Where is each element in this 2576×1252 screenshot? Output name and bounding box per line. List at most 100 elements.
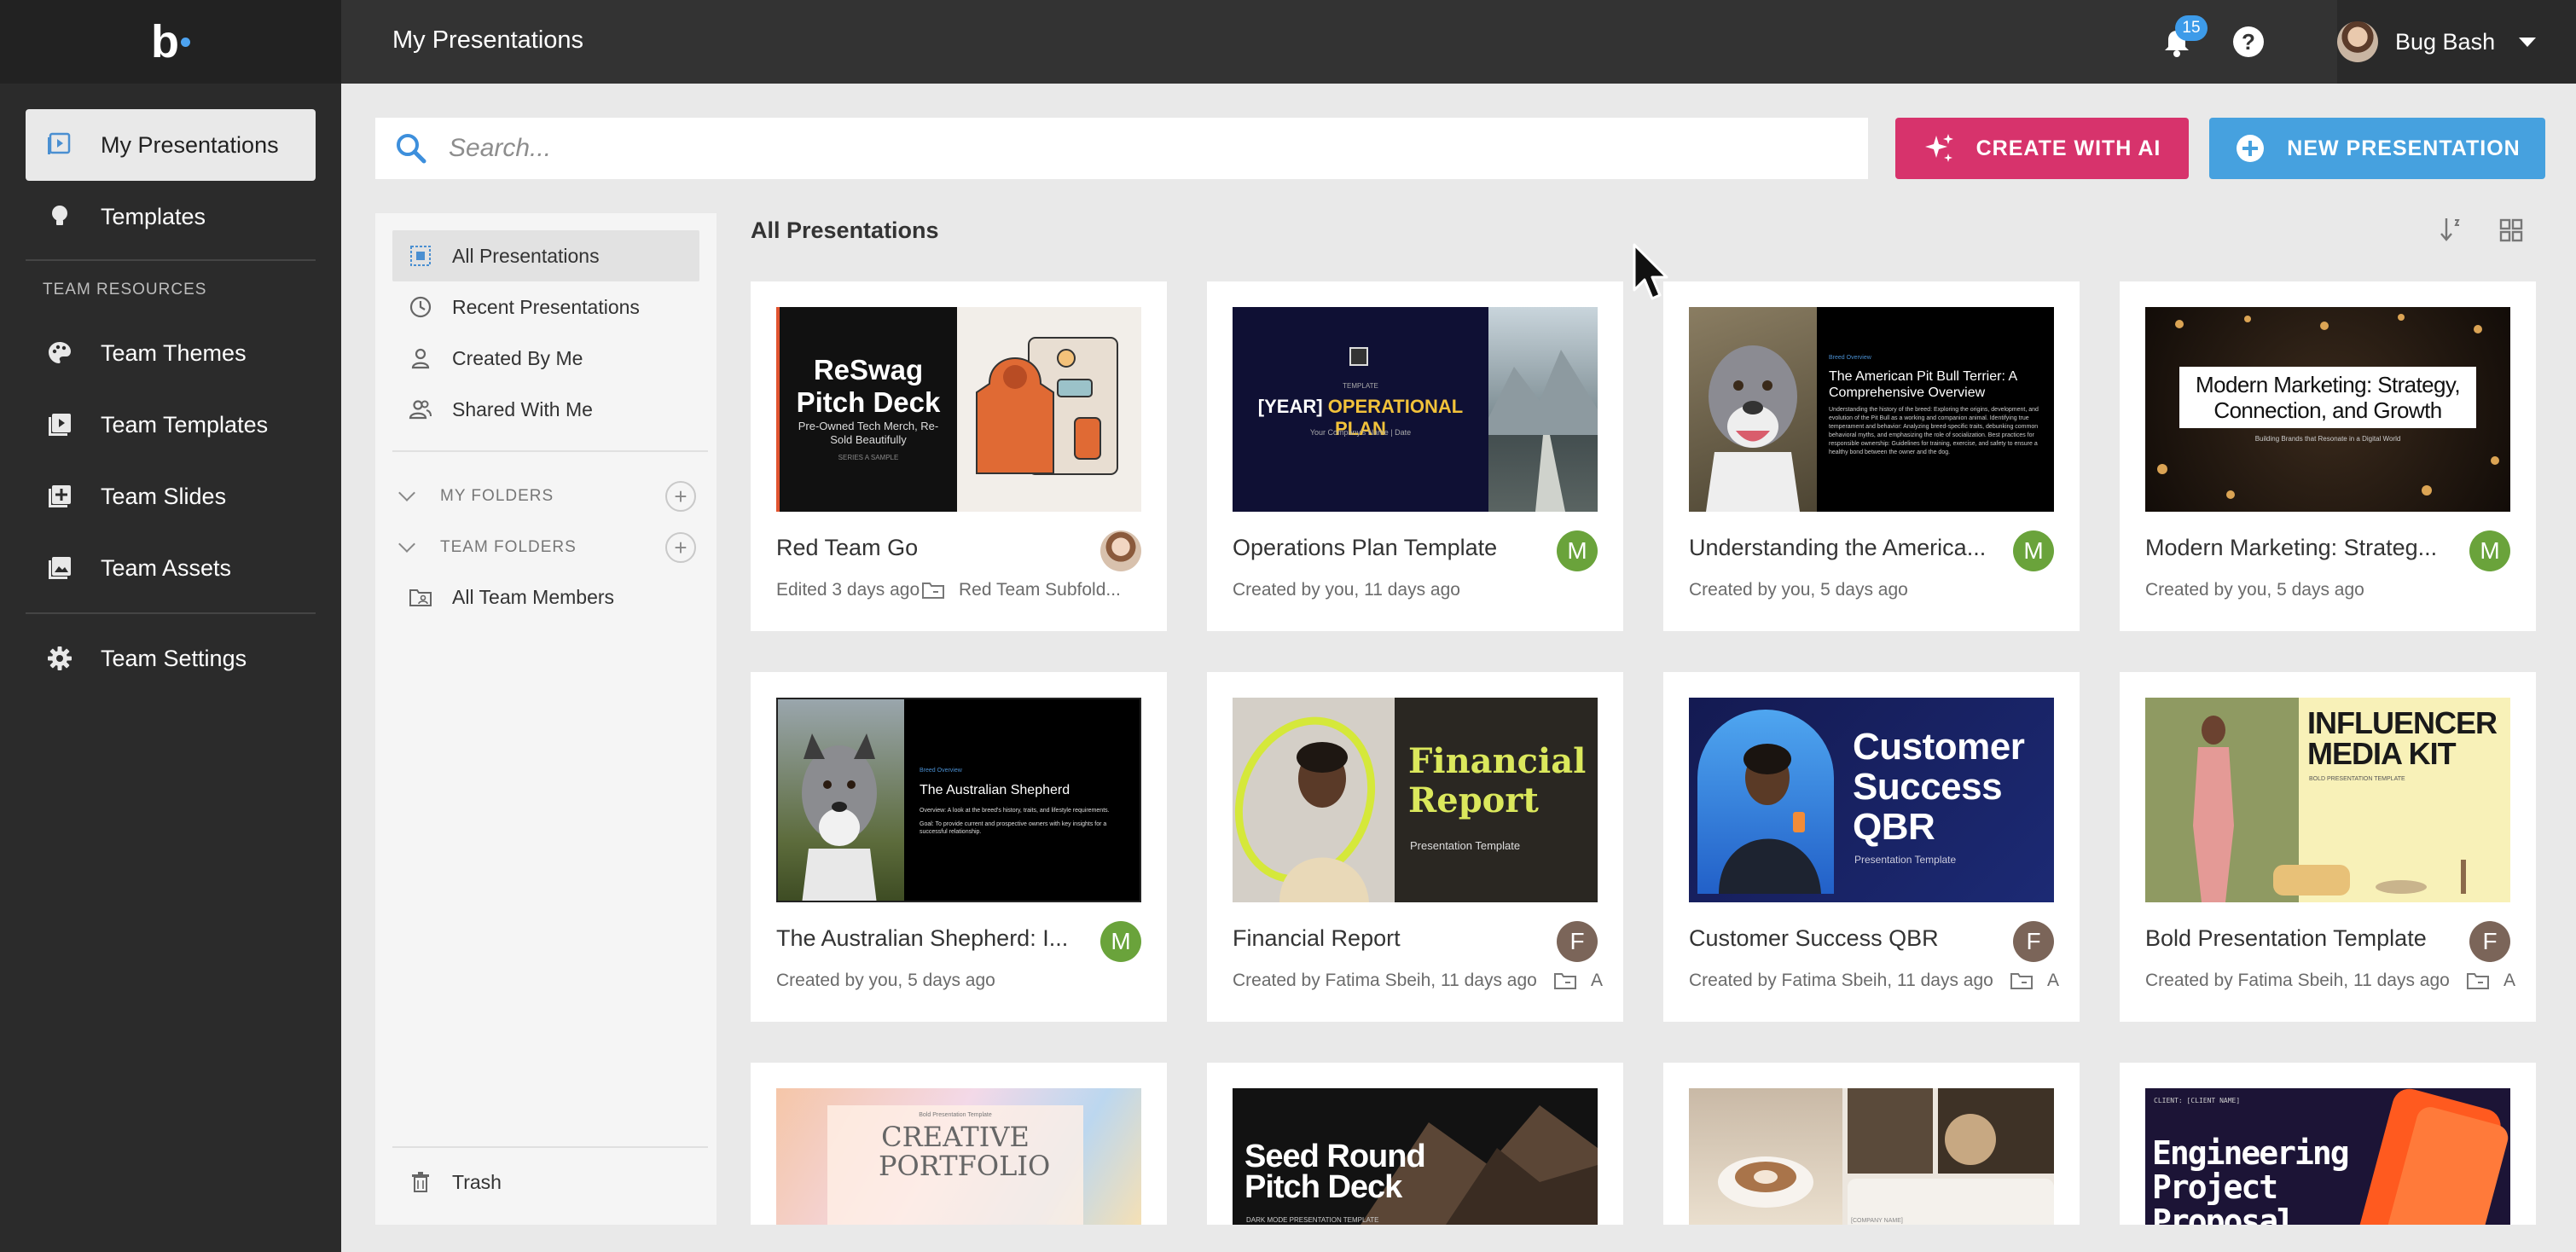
image-icon: [44, 553, 75, 583]
presentation-card[interactable]: Bold Presentation Template CREATIVE PORT…: [751, 1063, 1167, 1225]
bottom-edge: [341, 1225, 2576, 1252]
filter-created-by-me[interactable]: Created By Me: [392, 333, 699, 384]
card-meta: Edited 3 days ago: [776, 580, 920, 600]
portrait-photo: [1234, 716, 1376, 902]
plus-circle-icon: [2237, 135, 2265, 162]
presentation-card[interactable]: TEMPLATE [YEAR] OPERATIONAL PLAN Your Co…: [1207, 281, 1623, 631]
presentation-card[interactable]: Breed Overview The American Pit Bull Ter…: [1663, 281, 2080, 631]
presentation-thumbnail: Breed Overview The Australian Shepherd O…: [776, 698, 1141, 902]
sort-icon[interactable]: [2438, 215, 2463, 244]
presentation-thumbnail: Customer Success QBR Presentation Templa…: [1689, 698, 2054, 902]
presentation-card[interactable]: Modern Marketing: Strategy, Connection, …: [2120, 281, 2536, 631]
presentation-thumbnail: Modern Marketing: Strategy, Connection, …: [2145, 307, 2510, 512]
presentation-thumbnail: ReSwag Pitch Deck Pre-Owned Tech Merch, …: [776, 307, 1141, 512]
card-title: Operations Plan Template: [1233, 535, 1498, 560]
thumb-title: Modern Marketing: Strategy, Connection, …: [2196, 372, 2461, 423]
chevron-down-icon: [2519, 37, 2537, 47]
presentation-card[interactable]: CLIENT: [CLIENT NAME] Engineering Projec…: [2120, 1063, 2536, 1225]
thumb-bullet: Overview: A look at the breed's history,…: [920, 808, 1110, 814]
filter-all-presentations[interactable]: All Presentations: [392, 230, 699, 281]
panel-divider: [392, 450, 708, 452]
panel-divider: [392, 1146, 708, 1148]
my-folders-heading: MY FOLDERS: [440, 487, 554, 505]
logo-text: b: [151, 16, 179, 67]
user-menu[interactable]: Bug Bash: [2337, 0, 2576, 84]
my-folders-toggle[interactable]: MY FOLDERS: [398, 479, 554, 513]
card-folder-label: Red Team Subfold...: [959, 580, 1121, 600]
card-folder: A: [2010, 971, 2059, 991]
create-with-ai-button[interactable]: CREATE WITH AI: [1895, 118, 2189, 179]
add-team-folder-button[interactable]: +: [665, 532, 696, 563]
sidebar-item-team-themes[interactable]: Team Themes: [26, 317, 316, 389]
card-meta: Created by Fatima Sbeih, 11 days ago: [2145, 971, 2450, 990]
presentation-card[interactable]: Breed Overview The Australian Shepherd O…: [751, 672, 1167, 1022]
avatar: M: [2469, 530, 2510, 571]
card-folder-label: A: [2503, 971, 2516, 990]
shared-folder-icon: [408, 584, 433, 610]
thumb-subtitle: Presentation Template: [1854, 854, 1957, 866]
folder-all-team-members[interactable]: All Team Members: [392, 571, 699, 623]
sidebar-item-templates[interactable]: Templates: [26, 181, 316, 252]
folder-icon: [2467, 973, 2489, 989]
team-resources-heading: TEAM RESOURCES: [43, 281, 207, 299]
sidebar-item-my-presentations[interactable]: My Presentations: [26, 109, 316, 181]
search-bar[interactable]: [375, 118, 1868, 179]
card-title: Red Team Go: [776, 535, 919, 560]
presentation-thumbnail: [COMPANY NAME]: [1689, 1088, 2054, 1225]
sidebar-item-label: Team Templates: [101, 411, 269, 438]
app-logo[interactable]: b: [0, 0, 341, 84]
top-bar: My Presentations 15 ? Bug Bash: [341, 0, 2576, 84]
card-folder-label: A: [2047, 971, 2060, 990]
sidebar-divider: [26, 259, 316, 261]
card-meta: Created by you, 11 days ago: [1233, 580, 1460, 600]
presentation-icon: [44, 130, 75, 160]
filter-recent-presentations[interactable]: Recent Presentations: [392, 281, 699, 333]
sidebar-item-team-slides[interactable]: Team Slides: [26, 461, 316, 532]
thumb-title: CREATIVE PORTFOLIO: [879, 1121, 1051, 1182]
card-folder: A: [1553, 971, 1603, 991]
user-name: Bug Bash: [2395, 28, 2496, 55]
thumb-title: Seed Round Pitch Deck: [1244, 1139, 1426, 1205]
presentation-card[interactable]: [COMPANY NAME]: [1663, 1063, 2080, 1225]
filter-label: Created By Me: [452, 346, 583, 369]
thumb-subtitle: BOLD PRESENTATION TEMPLATE: [2309, 776, 2405, 782]
new-presentation-button[interactable]: NEW PRESENTATION: [2209, 118, 2545, 179]
thumb-caption: [COMPANY NAME]: [1851, 1218, 1903, 1224]
presentation-card[interactable]: ReSwag Pitch Deck Pre-Owned Tech Merch, …: [751, 281, 1167, 631]
presentation-card[interactable]: Seed Round Pitch Deck DARK MODE PRESENTA…: [1207, 1063, 1623, 1225]
card-title: The Australian Shepherd: I...: [776, 925, 1069, 951]
mouse-cursor-icon: [1633, 243, 1668, 300]
thumb-kicker: Breed Overview: [920, 768, 962, 774]
thumb-subtitle: DARK MODE PRESENTATION TEMPLATE: [1246, 1216, 1379, 1224]
thumb-subtitle: Presentation Template: [1410, 839, 1521, 852]
presentation-card[interactable]: Financial Report Presentation Template F…: [1207, 672, 1623, 1022]
sidebar-item-label: Templates: [101, 203, 206, 229]
grid-view-icon[interactable]: [2498, 217, 2525, 244]
select-all-icon: [408, 243, 433, 269]
thumb-title: Financial Report: [1408, 741, 1587, 820]
thumb-tag: TEMPLATE: [1343, 382, 1378, 390]
help-icon[interactable]: ?: [2233, 26, 2264, 57]
people-icon: [408, 397, 433, 422]
chevron-down-icon: [398, 536, 415, 553]
woman-with-phone-photo: [1719, 744, 1821, 894]
filter-shared-with-me[interactable]: Shared With Me: [392, 384, 699, 435]
presentation-card[interactable]: Customer Success QBR Presentation Templa…: [1663, 672, 2080, 1022]
trash-icon: [408, 1169, 433, 1195]
sidebar-item-team-assets[interactable]: Team Assets: [26, 532, 316, 604]
sidebar-item-team-templates[interactable]: Team Templates: [26, 389, 316, 461]
search-input[interactable]: [449, 134, 1728, 163]
grid-title: All Presentations: [751, 217, 939, 243]
team-folders-toggle[interactable]: TEAM FOLDERS: [398, 530, 577, 565]
sidebar-item-label: Team Themes: [101, 339, 247, 366]
sidebar-item-team-settings[interactable]: Team Settings: [26, 623, 316, 694]
card-meta: Created by Fatima Sbeih, 11 days ago: [1233, 971, 1537, 990]
presentation-card[interactable]: INFLUENCER MEDIA KIT BOLD PRESENTATION T…: [2120, 672, 2536, 1022]
add-my-folder-button[interactable]: +: [665, 481, 696, 512]
trash-link[interactable]: Trash: [392, 1156, 699, 1208]
sidebar-item-label: Team Slides: [101, 483, 227, 509]
filter-label: Recent Presentations: [452, 295, 640, 318]
thumb-bullet: Goal: To provide current and prospective…: [920, 821, 1107, 835]
card-title: Modern Marketing: Strateg...: [2145, 535, 2438, 560]
logo-dot: [181, 37, 190, 47]
